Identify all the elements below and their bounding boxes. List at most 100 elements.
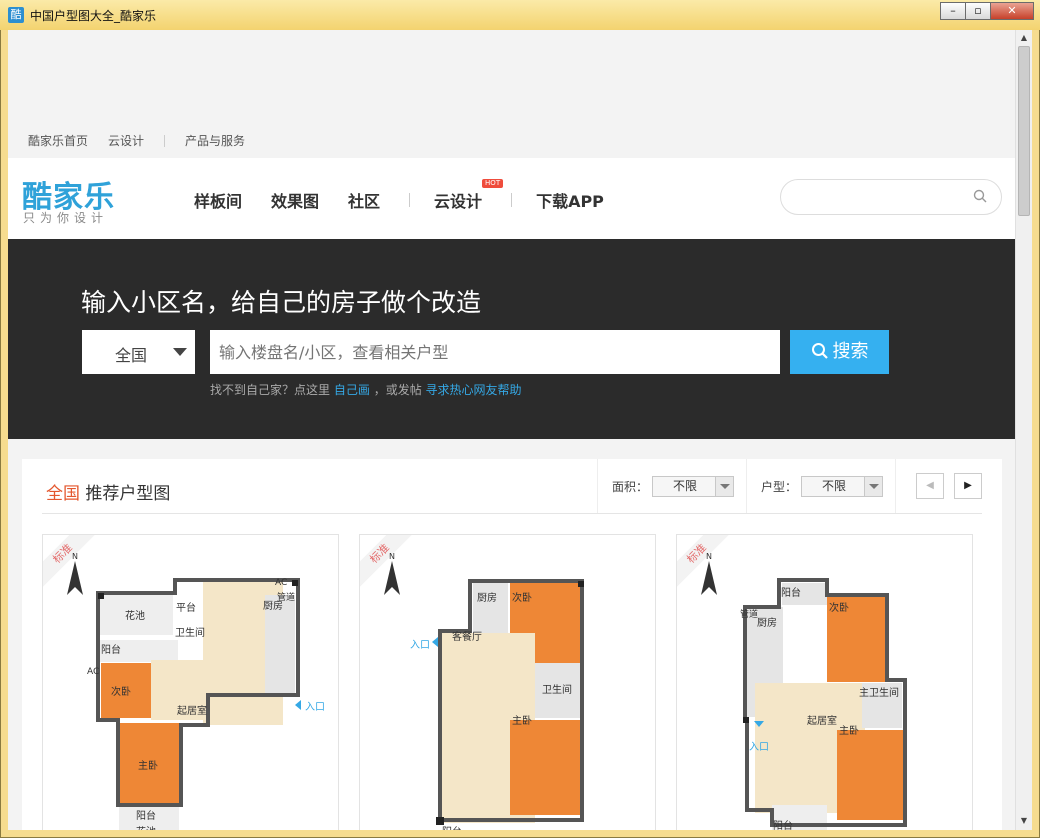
- scroll-thumb[interactable]: [1018, 46, 1030, 216]
- vertical-scrollbar[interactable]: ▲ ▼: [1015, 30, 1032, 830]
- room-label: 主卧: [512, 716, 532, 727]
- type-filter-label: 户型：: [761, 479, 798, 494]
- room-label: 阳台: [136, 811, 156, 822]
- nav-divider: [511, 193, 513, 207]
- room-label: 卫生间: [542, 685, 572, 696]
- nav-item-cloud-design[interactable]: 云设计 HOT: [434, 179, 504, 212]
- panel-title: 全国 推荐户型图: [46, 479, 170, 504]
- type-filter-select[interactable]: 不限: [801, 475, 884, 497]
- region-select[interactable]: 全国: [82, 330, 195, 374]
- room-label: 平台: [176, 603, 196, 614]
- nav-item-renderings[interactable]: 效果图: [271, 188, 319, 212]
- caret-down-icon: [173, 348, 187, 356]
- hot-badge: HOT: [482, 179, 504, 188]
- chevron-right-icon[interactable]: ▶: [954, 473, 982, 499]
- nav-item-download-app[interactable]: 下载APP: [536, 188, 604, 212]
- close-button[interactable]: ✕: [990, 2, 1034, 20]
- floorplan-card[interactable]: 标准 N 厨房 次卧 客餐厅 入口 卫生间 主卧 阳台: [359, 534, 656, 830]
- recommended-floorplans-panel: 全国 推荐户型图 面积： 不限 户型： 不限 ◀ ▶ 标准 N 花池 平台 AC…: [22, 459, 1002, 830]
- room-label: 阳台: [773, 821, 793, 830]
- panel-title-region: 全国: [46, 484, 80, 504]
- community-search-input[interactable]: [210, 330, 780, 374]
- hero-search-section: 输入小区名，给自己的房子做个改造 全国 搜索 找不到自己家？点这里 自己画 ，或…: [8, 239, 1015, 439]
- area-filter-label: 面积：: [612, 479, 649, 494]
- minimize-button[interactable]: –: [940, 2, 966, 20]
- scroll-down-icon[interactable]: ▼: [1019, 816, 1029, 826]
- room-label: 卫生间: [175, 628, 205, 639]
- floorplan-card[interactable]: 标准 N 阳台 管道 厨房 次卧 主卫生间 起居室 入口 主卧 阳台: [676, 534, 973, 830]
- region-select-value: 全国: [115, 346, 148, 365]
- type-filter: 户型： 不限: [746, 459, 895, 513]
- svg-text:N: N: [706, 552, 712, 561]
- toplink-products[interactable]: 产品与服务: [185, 132, 245, 149]
- draw-yourself-link[interactable]: 自己画: [334, 383, 370, 397]
- room-label: 起居室: [807, 716, 837, 727]
- chevron-down-icon: [715, 476, 734, 496]
- main-nav: 样板间 效果图 社区 云设计 HOT 下载APP: [194, 179, 633, 212]
- room-label: 阳台: [781, 588, 801, 599]
- panel-divider: [42, 513, 982, 514]
- area-filter-select[interactable]: 不限: [652, 475, 735, 497]
- room-label: 厨房: [477, 593, 497, 604]
- floorplan-card[interactable]: 标准 N 花池 平台 AC 管道 厨房 卫生间 阳台 AC 次卧 起居室 入口 …: [42, 534, 339, 830]
- type-filter-value: 不限: [822, 478, 847, 493]
- room-label: 主卧: [839, 726, 859, 737]
- toplink-divider: [164, 134, 166, 147]
- room-label: 厨房: [263, 601, 283, 612]
- app-icon: 酷: [8, 7, 24, 23]
- room-label: 花池: [136, 823, 156, 830]
- window-title: 中国户型图大全_酷家乐: [30, 9, 157, 23]
- carousel-pager: ◀ ▶: [916, 473, 992, 499]
- hero-hint: 找不到自己家？点这里 自己画 ，或发帖 寻求热心网友帮助: [210, 381, 522, 398]
- entrance-label: 入口: [305, 702, 325, 713]
- room-label: 客餐厅: [452, 632, 482, 643]
- search-button-label: 搜索: [832, 341, 869, 362]
- north-compass-icon: N: [701, 552, 717, 595]
- search-icon: [811, 343, 828, 359]
- floorplan-image: [96, 578, 301, 830]
- svg-text:N: N: [72, 552, 78, 561]
- nav-divider: [409, 193, 411, 207]
- area-filter-value: 不限: [673, 478, 698, 493]
- hint-middle: ，或发帖: [373, 383, 422, 397]
- ask-help-link[interactable]: 寻求热心网友帮助: [426, 383, 522, 397]
- room-label: AC: [87, 667, 100, 677]
- room-label: 主卧: [138, 761, 158, 772]
- scroll-up-icon[interactable]: ▲: [1019, 33, 1029, 43]
- room-label: 起居室: [177, 706, 207, 717]
- chevron-left-icon[interactable]: ◀: [916, 473, 944, 499]
- room-label: 管道: [740, 610, 759, 620]
- nav-item-showroom[interactable]: 样板间: [194, 188, 242, 212]
- maximize-button[interactable]: ▫: [965, 2, 991, 20]
- room-label: 阳台: [442, 823, 462, 830]
- title-bar[interactable]: 酷 中国户型图大全_酷家乐 – ▫ ✕: [0, 0, 1040, 30]
- header-search-input[interactable]: [780, 179, 1002, 215]
- room-label: 次卧: [111, 687, 131, 698]
- chevron-down-icon: [864, 476, 883, 496]
- nav-item-cloud-design-label: 云设计: [434, 192, 483, 211]
- room-label: 次卧: [829, 603, 849, 614]
- room-label: 次卧: [512, 593, 532, 604]
- site-header: 酷家乐 只为你设计 样板间 效果图 社区 云设计 HOT 下载APP: [8, 158, 1015, 239]
- nav-item-community[interactable]: 社区: [348, 188, 380, 212]
- logo-slogan: 只为你设计: [23, 211, 109, 225]
- entrance-label: 入口: [410, 640, 430, 651]
- floorplan-image: [743, 578, 907, 830]
- entrance-label: 入口: [749, 742, 769, 753]
- room-label: 厨房: [757, 618, 777, 629]
- north-compass-icon: N: [67, 552, 83, 595]
- panel-title-text: 推荐户型图: [85, 484, 171, 504]
- page-viewport: 酷家乐首页 云设计 产品与服务 酷家乐 只为你设计 样板间 效果图 社区 云设计…: [8, 30, 1015, 830]
- svg-text:N: N: [389, 552, 395, 561]
- top-links: 酷家乐首页 云设计 产品与服务: [28, 132, 265, 149]
- hint-prefix: 找不到自己家？点这里: [210, 383, 331, 397]
- north-compass-icon: N: [384, 552, 400, 595]
- toplink-home[interactable]: 酷家乐首页: [28, 132, 88, 149]
- room-label: 主卫生间: [859, 688, 899, 699]
- search-button[interactable]: 搜索: [790, 330, 889, 374]
- floorplan-image: [432, 579, 584, 825]
- search-icon[interactable]: [973, 189, 987, 203]
- area-filter: 面积： 不限: [597, 459, 746, 513]
- hero-title: 输入小区名，给自己的房子做个改造: [81, 288, 482, 317]
- toplink-cloud-design[interactable]: 云设计: [108, 132, 144, 149]
